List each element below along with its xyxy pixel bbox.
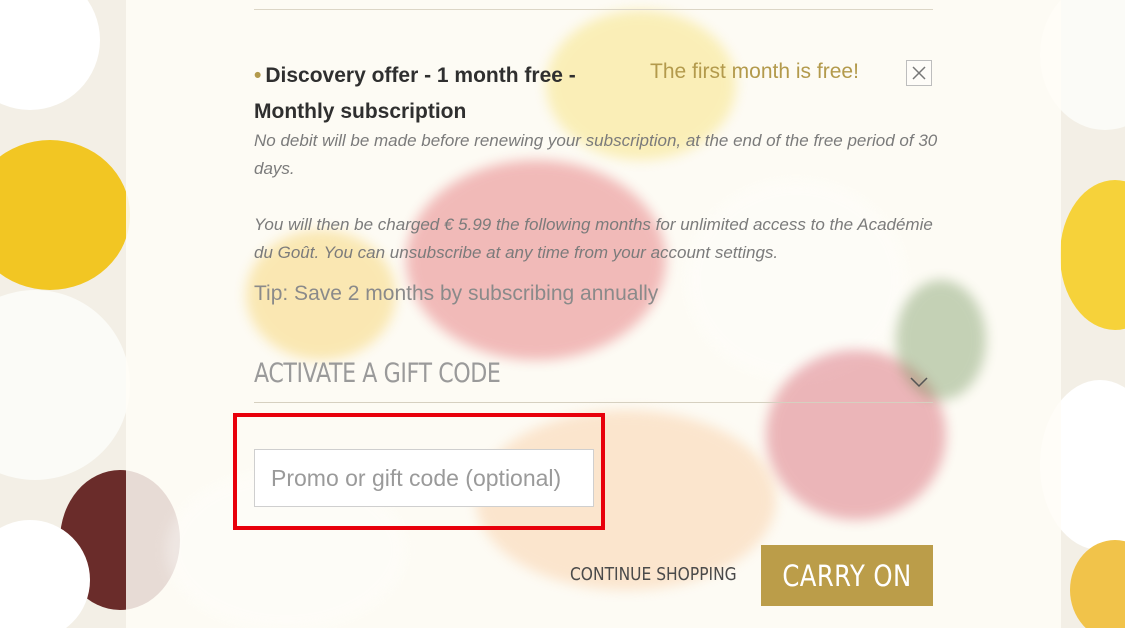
offer-tip: Tip: Save 2 months by subscribing annual…	[254, 282, 659, 305]
promo-code-input[interactable]	[254, 449, 594, 507]
carry-on-button[interactable]: CARRY ON	[761, 545, 933, 606]
offer-description-free-period: No debit will be made before renewing yo…	[254, 131, 938, 178]
close-icon	[912, 66, 926, 80]
offer-promo-text: The first month is free!	[650, 60, 859, 83]
chevron-down-icon	[910, 377, 928, 388]
offer-bullet: •	[254, 64, 262, 87]
gift-code-accordion-toggle[interactable]: ACTIVATE A GIFT CODE	[254, 354, 933, 403]
offer-title-text: Discovery offer - 1 month free - Monthly…	[254, 64, 576, 123]
continue-shopping-link[interactable]: CONTINUE SHOPPING	[570, 564, 737, 585]
offer-title: • Discovery offer - 1 month free - Monthl…	[254, 58, 614, 130]
gift-code-section-title: ACTIVATE A GIFT CODE	[254, 358, 501, 389]
offer-description-pricing: You will then be charged € 5.99 the foll…	[254, 215, 933, 262]
top-divider	[254, 9, 933, 10]
carry-on-label: CARRY ON	[782, 558, 912, 593]
subscription-dialog: • Discovery offer - 1 month free - Monthl…	[126, 0, 1061, 628]
remove-offer-button[interactable]	[906, 60, 932, 86]
